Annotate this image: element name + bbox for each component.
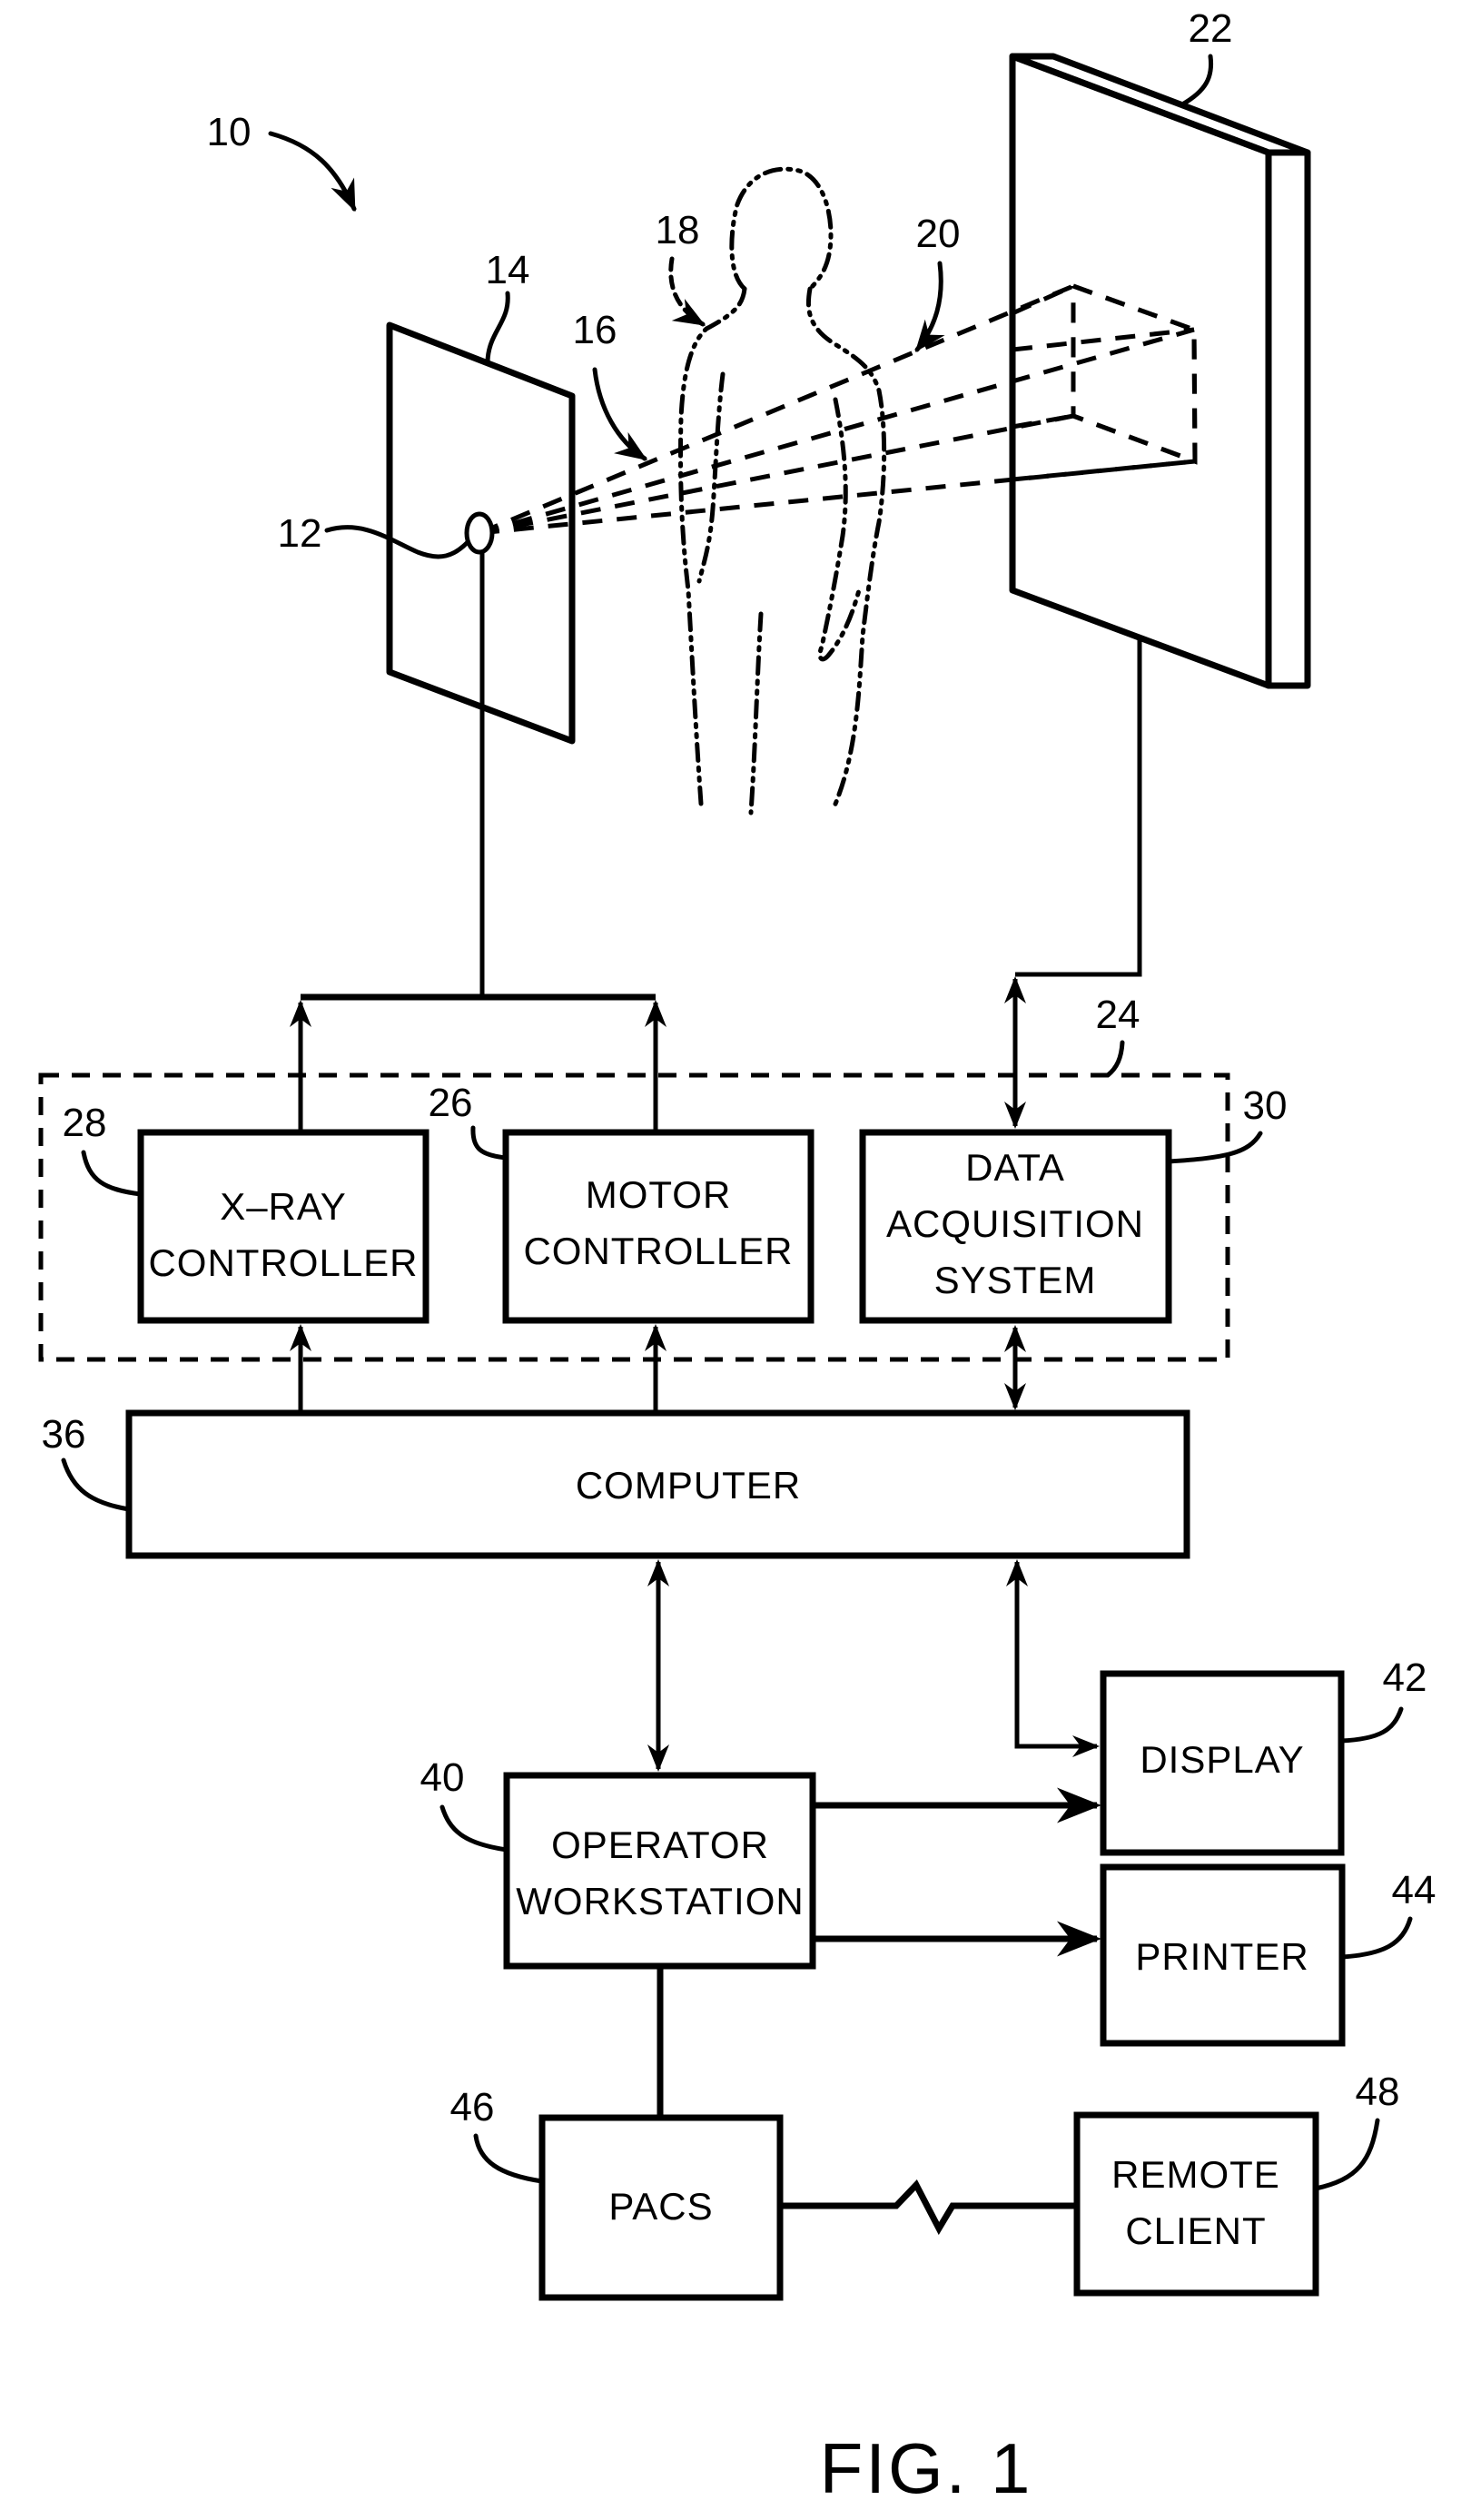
display-label: DISPLAY — [1140, 1738, 1304, 1781]
motor-controller-box[interactable] — [502, 1129, 815, 1324]
motor-controller-label-line2: CONTROLLER — [523, 1230, 793, 1272]
system-reference-10: 10 — [207, 110, 357, 212]
detector-front-face — [1009, 53, 1272, 689]
operator-workstation-box[interactable] — [503, 1772, 816, 1970]
ref-label-48: 48 — [1356, 2070, 1400, 2114]
detector-side-edge — [1265, 149, 1311, 689]
ref-leader-30 — [1166, 1131, 1263, 1164]
operator-workstation-label-line1: OPERATOR — [551, 1823, 769, 1866]
remote-client-label-line2: CLIENT — [1125, 2209, 1266, 2252]
operator-workstation-label-line2: WORKSTATION — [516, 1880, 804, 1922]
patient-leg-line — [748, 611, 764, 815]
ref-arrow-10 — [268, 131, 357, 212]
patient-right-arm — [817, 397, 862, 662]
ref-label-20: 20 — [916, 212, 961, 256]
ref-leader-40 — [439, 1804, 509, 1853]
remote-client-block[interactable]: REMOTE CLIENT — [1073, 2111, 1319, 2297]
xray-controller-block[interactable]: X–RAY CONTROLLER — [137, 1129, 429, 1324]
xray-controller-label-line1: X–RAY — [220, 1185, 347, 1228]
computer-block[interactable]: COMPUTER — [125, 1409, 1190, 1559]
ref-label-42: 42 — [1383, 1655, 1427, 1700]
ref-leader-14 — [485, 291, 510, 364]
ref-arrow-20 — [914, 261, 945, 352]
ref-label-44: 44 — [1392, 1868, 1437, 1912]
ref-leader-28 — [81, 1150, 143, 1197]
ref-leader-44 — [1339, 1916, 1413, 1960]
das-label-line1: DATA — [965, 1146, 1065, 1189]
ref-label-28: 28 — [63, 1101, 107, 1145]
motor-controller-block[interactable]: MOTOR CONTROLLER — [502, 1129, 815, 1324]
ref-leader-36 — [61, 1458, 132, 1512]
ref-label-18: 18 — [656, 208, 700, 252]
xray-controller-label-line2: CONTROLLER — [148, 1241, 418, 1284]
das-block[interactable]: DATA ACQUISITION SYSTEM — [859, 1129, 1172, 1324]
ref-arrow-16 — [592, 367, 647, 461]
display-block[interactable]: DISPLAY — [1100, 1670, 1345, 1856]
network-link — [780, 2179, 1077, 2236]
computer-display-arrow — [1006, 1559, 1100, 1757]
computer-label: COMPUTER — [576, 1464, 801, 1507]
ref-leader-22 — [1180, 54, 1214, 107]
ref-label-10: 10 — [207, 110, 252, 154]
ref-arrow-18 — [668, 256, 706, 327]
source-icon — [464, 511, 495, 555]
ref-leader-46 — [473, 2133, 545, 2184]
patient-right-side — [805, 286, 887, 811]
ref-leader-42 — [1338, 1706, 1404, 1744]
patient-head — [729, 166, 834, 292]
ref-label-14: 14 — [486, 248, 530, 292]
ref-label-40: 40 — [420, 1755, 465, 1800]
xray-system-diagram: 10 14 12 18 16 20 22 24 X–RAY CONTROLLER… — [38, 6, 1437, 2508]
patient-left-arm — [696, 371, 726, 584]
operator-workstation-block[interactable]: OPERATOR WORKSTATION — [503, 1772, 816, 1970]
motor-controller-label-line1: MOTOR — [586, 1173, 732, 1216]
patient-left-side — [677, 286, 747, 806]
das-label-line3: SYSTEM — [934, 1259, 1097, 1301]
printer-block[interactable]: PRINTER — [1100, 1863, 1346, 2047]
ref-leader-24 — [1105, 1040, 1125, 1078]
ref-leader-26 — [470, 1125, 508, 1161]
pacs-block[interactable]: PACS — [538, 2114, 784, 2301]
ref-label-16: 16 — [573, 308, 617, 352]
pacs-label: PACS — [608, 2185, 713, 2228]
ref-label-12: 12 — [278, 511, 322, 556]
ref-label-22: 22 — [1189, 6, 1233, 51]
detector-cable — [1015, 638, 1142, 977]
das-label-line2: ACQUISITION — [886, 1202, 1144, 1245]
figure-caption: FIG. 1 — [820, 2428, 1033, 2508]
printer-label: PRINTER — [1135, 1935, 1308, 1978]
ref-leader-48 — [1313, 2118, 1380, 2191]
remote-client-box[interactable] — [1073, 2111, 1319, 2297]
ref-label-24: 24 — [1096, 993, 1140, 1037]
ref-label-30: 30 — [1243, 1083, 1288, 1128]
ref-label-36: 36 — [42, 1412, 86, 1457]
ref-label-26: 26 — [429, 1081, 473, 1125]
remote-client-label-line1: REMOTE — [1111, 2153, 1280, 2196]
ref-label-46: 46 — [450, 2085, 495, 2130]
